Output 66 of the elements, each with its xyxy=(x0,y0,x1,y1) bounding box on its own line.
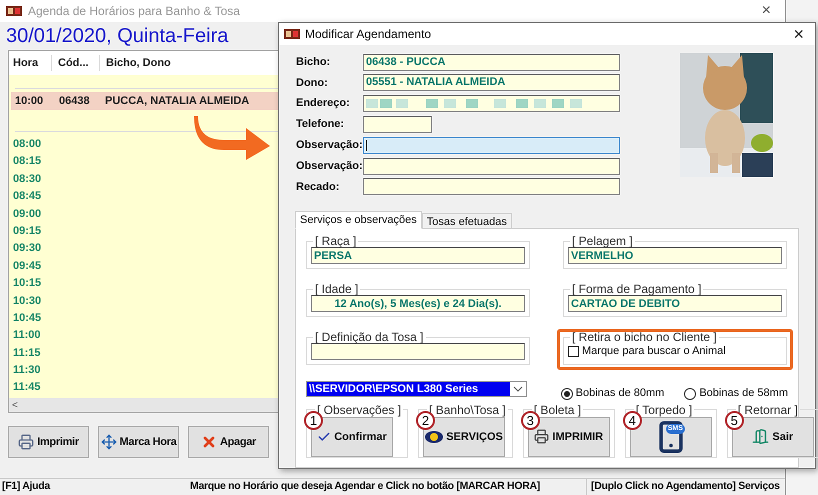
field-label: Telefone: xyxy=(296,117,346,132)
app-icon xyxy=(6,5,22,17)
field-label: Observação: xyxy=(296,158,363,174)
scroll-left-arrow[interactable]: < xyxy=(9,398,21,412)
table-cell-text: 06438 xyxy=(58,94,91,109)
toolbar-button[interactable]: Apagar xyxy=(188,426,269,458)
cross-icon xyxy=(200,434,217,450)
column-header[interactable]: Hora xyxy=(9,54,51,72)
text-field[interactable]: CARTAO DE DEBITO xyxy=(568,295,782,312)
step-number: 3 xyxy=(520,410,540,430)
date-heading: 30/01/2020, Quinta-Feira xyxy=(6,24,228,49)
step-number: 1 xyxy=(304,410,323,430)
move-icon xyxy=(100,434,117,450)
app-icon xyxy=(284,28,300,40)
tab[interactable]: Tosas efetuadas xyxy=(422,213,512,230)
column-header[interactable]: Bicho, Dono xyxy=(99,54,171,72)
step-number: 4 xyxy=(622,410,642,430)
group-title: [ Forma de Pagamento ] xyxy=(571,283,702,296)
group-title: [ Retira o bicho no Cliente ] xyxy=(571,331,718,344)
table-cell-text: 10:00 xyxy=(14,94,44,109)
text-field[interactable] xyxy=(363,158,620,175)
step-number: 2 xyxy=(416,410,436,430)
window-title: Agenda de Horários para Banho & Tosa xyxy=(28,3,240,20)
field-label: Observação: xyxy=(296,138,363,154)
field-label: Dono: xyxy=(296,76,329,91)
text-field[interactable]: 06438 - PUCCA xyxy=(363,54,620,71)
checkbox-label: Marque para buscar o Animal xyxy=(582,344,726,360)
toolbar-button[interactable]: Imprimir xyxy=(8,426,89,458)
door-icon xyxy=(752,428,770,446)
status-text: Marque no Horário que deseja Agendar e Click no botão [MARCAR HORA] xyxy=(190,479,541,494)
toolbar-button[interactable]: Marca Hora xyxy=(98,426,179,458)
group-title: [ Idade ] xyxy=(314,283,360,296)
printer-dropdown[interactable]: \\SERVIDOR\EPSON L380 Series xyxy=(306,380,527,397)
tab[interactable]: Serviços e observações xyxy=(295,211,422,230)
printer-icon xyxy=(534,429,550,444)
group-title: [ Raça ] xyxy=(314,235,358,248)
radio-button[interactable] xyxy=(684,388,696,400)
checkbox[interactable] xyxy=(568,346,579,357)
text-field[interactable] xyxy=(363,136,620,154)
radio-label: Bobinas de 58mm xyxy=(699,386,788,402)
table-cell-text: PUCCA, NATALIA ALMEIDA xyxy=(104,94,250,109)
text-field[interactable] xyxy=(311,343,525,360)
close-button[interactable]: × xyxy=(787,24,810,43)
text-field[interactable] xyxy=(363,95,620,112)
close-button[interactable]: × xyxy=(754,0,779,23)
text-field[interactable]: VERMELHO xyxy=(568,247,782,264)
dialog-title: Modificar Agendamento xyxy=(305,26,432,43)
dropdown-value: \\SERVIDOR\EPSON L380 Series xyxy=(307,382,510,396)
printer-icon xyxy=(18,434,34,450)
column-header[interactable]: Cód... xyxy=(51,54,99,72)
radio-button[interactable] xyxy=(560,388,573,400)
coin-icon xyxy=(425,430,444,443)
status-text: [F1] Ajuda xyxy=(1,479,52,494)
field-label: Bicho: xyxy=(296,54,332,70)
text-field[interactable]: 12 Ano(s), 5 Mes(es) e 24 Dia(s). xyxy=(311,295,525,312)
text-field[interactable] xyxy=(363,178,620,196)
radio-label: Bobinas de 80mm xyxy=(576,386,664,402)
text-field[interactable] xyxy=(363,116,432,133)
step-number: 5 xyxy=(724,410,744,430)
field-label: Recado: xyxy=(296,180,340,195)
text-field[interactable]: PERSA xyxy=(311,247,525,264)
group-title: [ Definição da Tosa ] xyxy=(314,331,425,344)
field-label: Endereço: xyxy=(296,96,351,112)
status-text: [Duplo Click no Agendamento] Serviços xyxy=(586,479,780,495)
group-title: [ Pelagem ] xyxy=(571,235,634,248)
text-field[interactable]: 05551 - NATALIA ALMEIDA xyxy=(363,74,620,92)
